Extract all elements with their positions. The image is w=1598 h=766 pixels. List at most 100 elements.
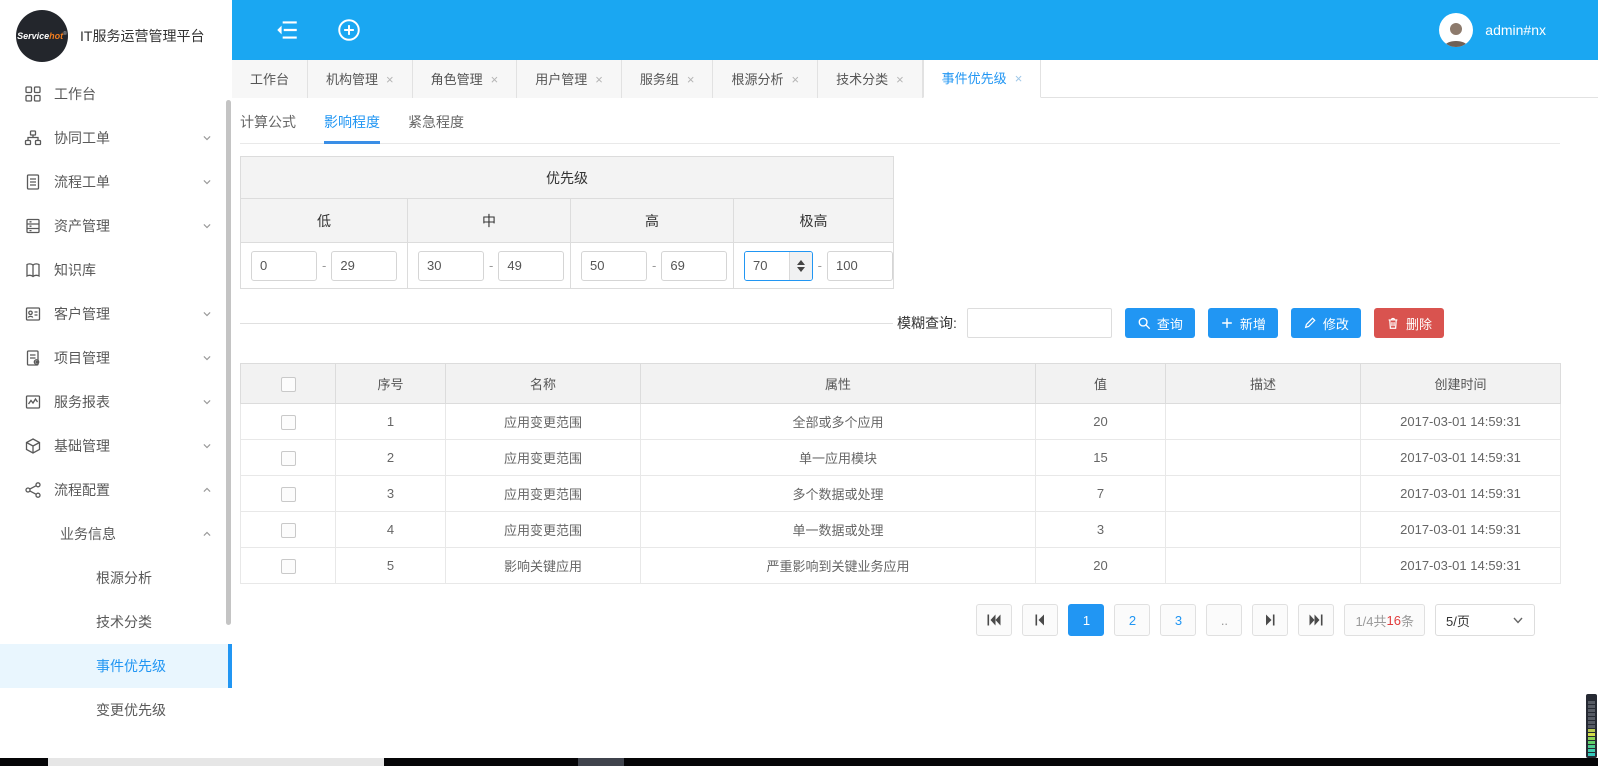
close-icon[interactable]: × bbox=[687, 61, 695, 98]
step-down-icon[interactable] bbox=[797, 267, 805, 272]
subtab-calc-formula[interactable]: 计算公式 bbox=[240, 112, 296, 144]
sidebar-item-customer-mgmt[interactable]: 客户管理 bbox=[0, 292, 232, 336]
sidebar-item-business-info[interactable]: 业务信息 bbox=[0, 512, 232, 556]
sidebar-item-knowledge-base[interactable]: 知识库 bbox=[0, 248, 232, 292]
add-new-icon[interactable] bbox=[336, 17, 362, 43]
level-very-high: 极高 bbox=[734, 199, 894, 243]
close-icon[interactable]: × bbox=[595, 61, 603, 98]
search-icon bbox=[1137, 316, 1151, 330]
medium-from-input[interactable] bbox=[418, 251, 484, 281]
page-button-1[interactable]: 1 bbox=[1068, 604, 1104, 636]
number-stepper[interactable] bbox=[789, 252, 812, 280]
sidebar-item-collab-orders[interactable]: 协同工单 bbox=[0, 116, 232, 160]
level-low: 低 bbox=[241, 199, 408, 243]
close-icon[interactable]: × bbox=[491, 61, 499, 98]
tab-org-mgmt[interactable]: 机构管理× bbox=[308, 60, 413, 98]
close-icon[interactable]: × bbox=[1015, 60, 1023, 97]
row-checkbox[interactable] bbox=[281, 451, 296, 466]
tab-service-group[interactable]: 服务组× bbox=[622, 60, 714, 98]
tabbar: 工作台 机构管理× 角色管理× 用户管理× 服务组× 根源分析× 技术分类× 事… bbox=[232, 60, 1598, 98]
tab-workbench[interactable]: 工作台 bbox=[232, 60, 308, 98]
table-row[interactable]: 1应用变更范围全部或多个应用 202017-03-01 14:59:31 bbox=[241, 404, 1561, 440]
last-page-icon bbox=[1309, 614, 1323, 626]
tab-tech-category[interactable]: 技术分类× bbox=[818, 60, 923, 98]
table-row[interactable]: 5影响关键应用严重影响到关键业务应用 202017-03-01 14:59:31 bbox=[241, 548, 1561, 584]
close-icon[interactable]: × bbox=[791, 61, 799, 98]
sidebar-scrollbar[interactable] bbox=[226, 100, 231, 625]
table-row[interactable]: 3应用变更范围多个数据或处理 72017-03-01 14:59:31 bbox=[241, 476, 1561, 512]
sidebar-item-workbench[interactable]: 工作台 bbox=[0, 72, 232, 116]
scrollbar-thumb[interactable] bbox=[48, 758, 384, 766]
tab-role-mgmt[interactable]: 角色管理× bbox=[413, 60, 518, 98]
divider bbox=[240, 323, 893, 324]
level-high: 高 bbox=[571, 199, 734, 243]
sidebar-item-change-priority[interactable]: 变更优先级 bbox=[0, 688, 232, 732]
table-header-row: 序号 名称 属性 值 描述 创建时间 bbox=[241, 364, 1561, 404]
sidebar-item-tech-category[interactable]: 技术分类 bbox=[0, 600, 232, 644]
row-checkbox[interactable] bbox=[281, 487, 296, 502]
very-high-to-input[interactable] bbox=[827, 251, 893, 281]
page-info: 1/4共16条 bbox=[1344, 604, 1425, 636]
servicehot-logo: Servicehot® bbox=[16, 10, 68, 62]
close-icon[interactable]: × bbox=[386, 61, 394, 98]
page-ellipsis[interactable]: .. bbox=[1206, 604, 1242, 636]
row-checkbox[interactable] bbox=[281, 415, 296, 430]
user-menu[interactable]: admin#nx bbox=[1439, 13, 1546, 47]
trash-icon bbox=[1386, 316, 1400, 330]
row-checkbox[interactable] bbox=[281, 523, 296, 538]
high-from-input[interactable] bbox=[581, 251, 647, 281]
table-row[interactable]: 4应用变更范围单一数据或处理 32017-03-01 14:59:31 bbox=[241, 512, 1561, 548]
very-high-from-input[interactable] bbox=[745, 252, 789, 280]
tab-user-mgmt[interactable]: 用户管理× bbox=[517, 60, 622, 98]
prev-page-icon bbox=[1033, 614, 1047, 626]
tab-root-cause[interactable]: 根源分析× bbox=[713, 60, 818, 98]
step-up-icon[interactable] bbox=[797, 260, 805, 265]
medium-to-input[interactable] bbox=[498, 251, 564, 281]
close-icon[interactable]: × bbox=[896, 61, 904, 98]
select-all-checkbox[interactable] bbox=[281, 377, 296, 392]
bottom-scrollbar[interactable] bbox=[0, 758, 1598, 766]
subtab-urgency-degree[interactable]: 紧急程度 bbox=[408, 112, 464, 144]
sidebar-item-basic-mgmt[interactable]: 基础管理 bbox=[0, 424, 232, 468]
sidebar-item-asset-mgmt[interactable]: 资产管理 bbox=[0, 204, 232, 248]
chevron-up-icon bbox=[200, 527, 214, 541]
grid-icon bbox=[24, 85, 42, 103]
first-page-button[interactable] bbox=[976, 604, 1012, 636]
book-icon bbox=[24, 261, 42, 279]
total-count: 16 bbox=[1387, 613, 1401, 628]
page-button-3[interactable]: 3 bbox=[1160, 604, 1196, 636]
next-page-button[interactable] bbox=[1252, 604, 1288, 636]
sidebar-item-project-mgmt[interactable]: 项目管理 bbox=[0, 336, 232, 380]
share-icon bbox=[24, 481, 42, 499]
tab-incident-priority[interactable]: 事件优先级× bbox=[923, 60, 1042, 98]
low-to-input[interactable] bbox=[331, 251, 397, 281]
document-icon bbox=[24, 173, 42, 191]
row-checkbox[interactable] bbox=[281, 559, 296, 574]
chevron-up-icon bbox=[200, 483, 214, 497]
fuzzy-search-input[interactable] bbox=[967, 308, 1112, 338]
server-icon bbox=[24, 217, 42, 235]
high-to-input[interactable] bbox=[661, 251, 727, 281]
page-size-select[interactable]: 5/页 bbox=[1435, 604, 1535, 636]
edit-button[interactable]: 修改 bbox=[1291, 308, 1361, 338]
fuzzy-search-label: 模糊查询: bbox=[897, 313, 957, 333]
table-row[interactable]: 2应用变更范围单一应用模块 152017-03-01 14:59:31 bbox=[241, 440, 1561, 476]
priority-matrix: 优先级 低 中 高 极高 - - bbox=[240, 156, 894, 289]
sidebar-item-root-cause-analysis[interactable]: 根源分析 bbox=[0, 556, 232, 600]
sidebar-item-process-config[interactable]: 流程配置 bbox=[0, 468, 232, 512]
page-button-2[interactable]: 2 bbox=[1114, 604, 1150, 636]
query-button[interactable]: 查询 bbox=[1125, 308, 1195, 338]
prev-page-button[interactable] bbox=[1022, 604, 1058, 636]
delete-button[interactable]: 删除 bbox=[1374, 308, 1444, 338]
chart-icon bbox=[24, 393, 42, 411]
subtab-impact-degree[interactable]: 影响程度 bbox=[324, 112, 380, 144]
collapse-sidebar-icon[interactable] bbox=[274, 17, 300, 43]
sidebar-item-service-reports[interactable]: 服务报表 bbox=[0, 380, 232, 424]
sidebar-item-process-orders[interactable]: 流程工单 bbox=[0, 160, 232, 204]
low-from-input[interactable] bbox=[251, 251, 317, 281]
subtabs: 计算公式 影响程度 紧急程度 bbox=[240, 112, 1560, 144]
avatar bbox=[1439, 13, 1473, 47]
add-button[interactable]: 新增 bbox=[1208, 308, 1278, 338]
last-page-button[interactable] bbox=[1298, 604, 1334, 636]
sidebar-item-incident-priority[interactable]: 事件优先级 bbox=[0, 644, 232, 688]
